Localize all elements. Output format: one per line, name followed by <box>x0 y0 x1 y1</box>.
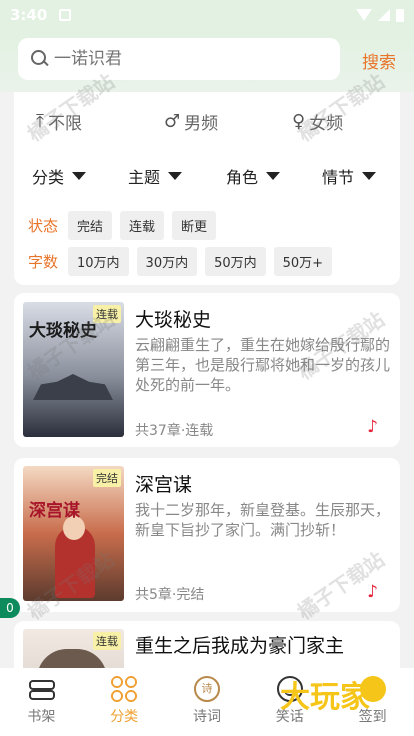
dropdown-role[interactable]: 角色 <box>226 164 281 188</box>
status-filter-row: 状态 完结 连载 断更 <box>28 211 224 240</box>
caret-down-icon <box>72 172 87 180</box>
caret-down-icon <box>362 172 377 180</box>
caret-down-icon <box>168 172 183 180</box>
book-description: 云翩翩重生了，重生在她嫁给殷行鄢的第三年，也是殷行鄢将她和一岁的孩儿处死的前一年… <box>135 336 391 394</box>
book-title[interactable]: 大琰秘史 <box>135 305 211 332</box>
chip-word-30w[interactable]: 30万内 <box>136 247 198 276</box>
notification-icon <box>59 9 72 21</box>
book-cover[interactable]: 深宫谋 完结 <box>23 466 124 601</box>
search-box[interactable] <box>18 38 340 80</box>
book-title[interactable]: 深宫谋 <box>135 470 192 497</box>
caret-down-icon <box>266 172 281 180</box>
gender-option-label: 女频 <box>309 114 344 134</box>
status-badge: 完结 <box>93 469 121 487</box>
unrestricted-icon: ⤒ <box>36 111 44 132</box>
nav-label: 诗词 <box>192 709 221 725</box>
gender-option-all[interactable]: ⤒ 不限 <box>36 109 82 134</box>
word-count-filter-row: 字数 10万内 30万内 50万内 50万+ <box>28 247 340 276</box>
gender-option-label: 不限 <box>47 114 82 134</box>
battery-icon <box>396 8 404 22</box>
chip-serializing[interactable]: 连载 <box>120 211 165 240</box>
chip-word-50w-plus[interactable]: 50万+ <box>273 247 333 276</box>
status-badge: 连载 <box>93 305 121 323</box>
wifi-icon <box>356 9 372 21</box>
book-card[interactable]: 深宫谋 完结 深宫谋 我十二岁那年，新皇登基。生辰那天，新皇下旨抄了家门。满门抄… <box>14 458 400 612</box>
dropdown-plot[interactable]: 情节 <box>322 164 377 188</box>
status-bar: 3:40 <box>0 0 414 30</box>
chip-discontinued[interactable]: 断更 <box>172 211 217 240</box>
nav-poetry[interactable]: 诗 诗词 <box>166 668 249 736</box>
nav-label: 分类 <box>110 709 139 725</box>
dropdown-category[interactable]: 分类 <box>32 164 87 188</box>
site-logo: 大玩家 <box>280 672 370 716</box>
logo-text: 大玩家 <box>280 680 370 715</box>
status-badge: 连载 <box>93 632 121 650</box>
book-cover[interactable]: 大琰秘史 连载 <box>23 302 124 437</box>
nav-label: 书架 <box>27 709 56 725</box>
tiktok-icon[interactable]: ♪ <box>367 417 378 437</box>
category-icon <box>111 676 138 702</box>
nav-bookshelf[interactable]: 书架 <box>0 668 83 736</box>
dropdown-label: 角色 <box>226 168 259 187</box>
search-icon <box>30 49 50 69</box>
book-meta: 共37章·连载 <box>135 423 214 439</box>
gender-option-male[interactable]: ♂ 男频 <box>164 109 218 134</box>
cover-title: 深宫谋 <box>29 501 80 521</box>
dropdown-label: 分类 <box>32 168 65 187</box>
male-icon: ♂ <box>164 111 181 132</box>
dropdown-theme[interactable]: 主题 <box>128 164 183 188</box>
poem-icon: 诗 <box>193 676 220 702</box>
book-description: 我十二岁那年，新皇登基。生辰那天，新皇下旨抄了家门。满门抄斩！ <box>135 501 391 539</box>
book-meta: 共5章·完结 <box>135 587 205 603</box>
chip-word-10w[interactable]: 10万内 <box>68 247 129 276</box>
word-count-filter-label: 字数 <box>28 253 59 271</box>
chip-completed[interactable]: 完结 <box>68 211 113 240</box>
gender-option-female[interactable]: ♀ 女频 <box>292 109 343 134</box>
search-header: 搜索 <box>0 30 414 92</box>
dropdown-label: 主题 <box>128 168 161 187</box>
nav-category[interactable]: 分类 <box>83 668 166 736</box>
palace-illustration <box>33 374 113 400</box>
tiktok-icon[interactable]: ♪ <box>367 582 378 602</box>
status-time: 3:40 <box>10 6 48 24</box>
gender-option-label: 男频 <box>184 114 219 134</box>
status-icons <box>356 8 404 22</box>
bookshelf-icon <box>28 676 56 702</box>
signal-icon <box>378 9 390 21</box>
floating-badge[interactable]: 0 <box>0 598 20 618</box>
status-filter-label: 状态 <box>28 217 59 235</box>
filter-panel: ⤒ 不限 ♂ 男频 ♀ 女频 分类 主题 角色 情节 状态 完结 连载 断更 字… <box>14 92 400 285</box>
book-title[interactable]: 重生之后我成为豪门家主 <box>135 631 344 658</box>
female-icon: ♀ <box>292 111 306 132</box>
book-card[interactable]: 大琰秘史 连载 大琰秘史 云翩翩重生了，重生在她嫁给殷行鄢的第三年，也是殷行鄢将… <box>14 293 400 447</box>
chip-word-50w[interactable]: 50万内 <box>205 247 266 276</box>
search-button[interactable]: 搜索 <box>362 48 396 73</box>
dropdown-label: 情节 <box>322 168 355 187</box>
cover-title: 大琰秘史 <box>29 321 97 341</box>
search-input[interactable] <box>54 49 314 69</box>
